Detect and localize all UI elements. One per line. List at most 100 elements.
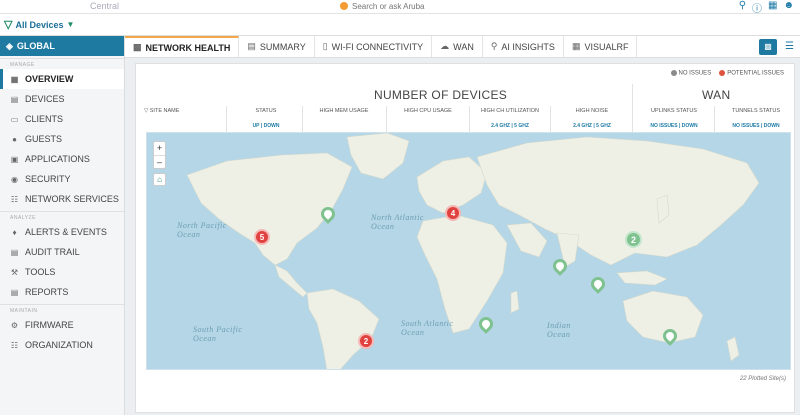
top-bar: Central ⚲ ⓘ ▦ ☻ — [0, 0, 800, 15]
world-map[interactable]: + – ⌂ North Pacific Ocean North Atlantic… — [146, 132, 791, 370]
global-selector[interactable]: ◈ GLOBAL — [0, 36, 124, 56]
section-analyze: ANALYZE — [0, 211, 124, 222]
col-label: SITE NAME — [149, 108, 180, 114]
legend: NO ISSUES POTENTIAL ISSUES — [670, 70, 784, 77]
summary-icon: ▤ — [247, 41, 256, 51]
network-health-panel: NO ISSUES POTENTIAL ISSUES NUMBER OF DEV… — [135, 63, 795, 413]
cluster-potential-issues[interactable]: 4 — [445, 205, 461, 221]
clients-icon: ▭ — [10, 114, 19, 124]
tab-ai-insights[interactable]: ⚲ AI INSIGHTS — [483, 36, 564, 57]
bulb-icon: ⚲ — [490, 41, 498, 51]
site-pin-no-issues[interactable] — [660, 326, 680, 347]
security-icon: ◉ — [11, 174, 18, 184]
col-ch-util[interactable]: HIGH CH UTILIZATION — [472, 108, 548, 114]
tab-summary[interactable]: ▤ SUMMARY — [239, 36, 315, 57]
sidebar-item-security[interactable]: ◉ SECURITY — [0, 169, 124, 189]
sidebar-item-devices[interactable]: ▤ DEVICES — [0, 89, 124, 109]
funnel-icon: ▽ — [144, 108, 149, 114]
legend-label: POTENTIAL ISSUES — [727, 70, 784, 77]
col-uplinks[interactable]: UPLINKS STATUS — [636, 108, 712, 114]
sidebar-item-label: SECURITY — [25, 174, 71, 184]
sidebar-item-tools[interactable]: ⚒ TOOLS — [0, 262, 124, 282]
sidebar-item-label: ALERTS & EVENTS — [25, 227, 107, 237]
label-north-atlantic: North Atlantic Ocean — [371, 213, 424, 231]
sidebar-item-firmware[interactable]: ⚙ FIRMWARE — [0, 315, 124, 335]
top-icons: ⚲ ⓘ ▦ ☻ — [739, 0, 794, 15]
help-icon[interactable]: ⓘ — [752, 0, 762, 15]
bell-icon: ♦ — [12, 227, 17, 237]
sidebar-item-audit-trail[interactable]: ▤ AUDIT TRAIL — [0, 242, 124, 262]
label-south-atlantic: South Atlantic Ocean — [401, 319, 454, 337]
sidebar-item-network-services[interactable]: ☷ NETWORK SERVICES — [0, 189, 124, 209]
globe-icon: ◈ — [6, 40, 13, 51]
sidebar-item-label: OVERVIEW — [25, 74, 74, 84]
reports-icon: ▤ — [10, 287, 19, 297]
tab-wifi-connectivity[interactable]: ▯ WI-FI CONNECTIVITY — [315, 36, 433, 57]
firmware-icon: ⚙ — [10, 320, 19, 330]
chart-view-button[interactable]: ▩ — [759, 38, 778, 55]
col-ch-util-sub: 2.4 GHz | 5 GHz — [491, 123, 529, 129]
sidebar-item-label: DEVICES — [25, 94, 65, 104]
label-indian: Indian Ocean — [547, 321, 571, 339]
tab-visualrf[interactable]: ▦ VISUALRF — [564, 36, 638, 57]
sidebar-item-organization[interactable]: ☷ ORGANIZATION — [0, 335, 124, 355]
home-icon[interactable]: ⌂ — [153, 173, 166, 186]
site-pin-no-issues[interactable] — [588, 274, 608, 295]
device-filter[interactable]: ▽ All Devices ▼ — [4, 18, 74, 31]
filter-label: All Devices — [15, 19, 64, 30]
site-pin-no-issues[interactable] — [318, 204, 338, 225]
sidebar-item-reports[interactable]: ▤ REPORTS — [0, 282, 124, 302]
sidebar-item-applications[interactable]: ▣ APPLICATIONS — [0, 149, 124, 169]
wan-title: WAN — [702, 88, 731, 102]
network-services-icon: ☷ — [10, 194, 19, 204]
organization-icon: ☷ — [10, 340, 19, 350]
filter-bar: ▽ All Devices ▼ — [0, 14, 800, 36]
tab-label: WI-FI CONNECTIVITY — [331, 41, 424, 52]
section-maintain: MAINTAIN — [0, 304, 124, 315]
sidebar-item-guests[interactable]: ● GUESTS — [0, 129, 124, 149]
site-pin-no-issues[interactable] — [476, 314, 496, 335]
sidebar-item-alerts[interactable]: ♦ ALERTS & EVENTS — [0, 222, 124, 242]
funnel-icon: ▽ — [4, 19, 13, 31]
sidebar-item-label: TOOLS — [25, 267, 56, 277]
site-pin-no-issues[interactable] — [550, 256, 570, 277]
zoom-out-button[interactable]: – — [154, 155, 165, 168]
search-box[interactable] — [340, 0, 720, 12]
zoom-control: + – — [153, 141, 166, 169]
sidebar-item-clients[interactable]: ▭ CLIENTS — [0, 109, 124, 129]
col-tunnels[interactable]: TUNNELS STATUS — [718, 108, 794, 114]
sidebar-item-label: NETWORK SERVICES — [25, 194, 119, 204]
column-headers: ▽ SITE NAME STATUS UP | DOWN HIGH MEM US… — [136, 104, 796, 132]
tools-icon: ⚒ — [10, 267, 19, 277]
zoom-in-button[interactable]: + — [154, 142, 165, 155]
user-icon[interactable]: ☻ — [783, 0, 794, 15]
list-view-button[interactable]: ☰ — [785, 41, 794, 52]
legend-potential-issues: POTENTIAL ISSUES — [719, 70, 784, 77]
tab-label: NETWORK HEALTH — [145, 42, 231, 53]
magnifier-icon[interactable]: ⚲ — [739, 0, 746, 15]
sidebar-item-label: ORGANIZATION — [25, 340, 93, 350]
sidebar-item-label: GUESTS — [25, 134, 63, 144]
cluster-no-issues[interactable]: 2 — [625, 231, 642, 248]
apps-icon[interactable]: ▦ — [768, 0, 777, 15]
cluster-potential-issues[interactable]: 2 — [358, 333, 374, 349]
col-status[interactable]: STATUS — [236, 108, 296, 114]
cluster-potential-issues[interactable]: 5 — [254, 229, 270, 245]
search-icon — [340, 2, 348, 10]
sidebar-item-overview[interactable]: ▦ OVERVIEW — [0, 69, 124, 89]
col-noise-sub: 2.4 GHz | 5 GHz — [573, 123, 611, 129]
label-north-pacific: North Pacific Ocean — [177, 221, 227, 239]
tab-bar: ▩ NETWORK HEALTH ▤ SUMMARY ▯ WI-FI CONNECTI… — [125, 36, 800, 58]
devices-title: NUMBER OF DEVICES — [374, 88, 508, 102]
chevron-down-icon: ▼ — [66, 20, 75, 29]
col-mem[interactable]: HIGH MEM USAGE — [306, 108, 382, 114]
sidebar-item-label: CLIENTS — [25, 114, 64, 124]
dot-icon — [719, 70, 726, 76]
col-cpu[interactable]: HIGH CPU USAGE — [390, 108, 466, 114]
monitor-icon: ▩ — [133, 42, 142, 52]
col-site-name[interactable]: ▽ SITE NAME — [144, 108, 179, 114]
search-input[interactable] — [352, 1, 552, 11]
tab-network-health[interactable]: ▩ NETWORK HEALTH — [125, 36, 240, 57]
col-noise[interactable]: HIGH NOISE — [554, 108, 630, 114]
tab-wan[interactable]: ☁ WAN — [432, 36, 483, 57]
